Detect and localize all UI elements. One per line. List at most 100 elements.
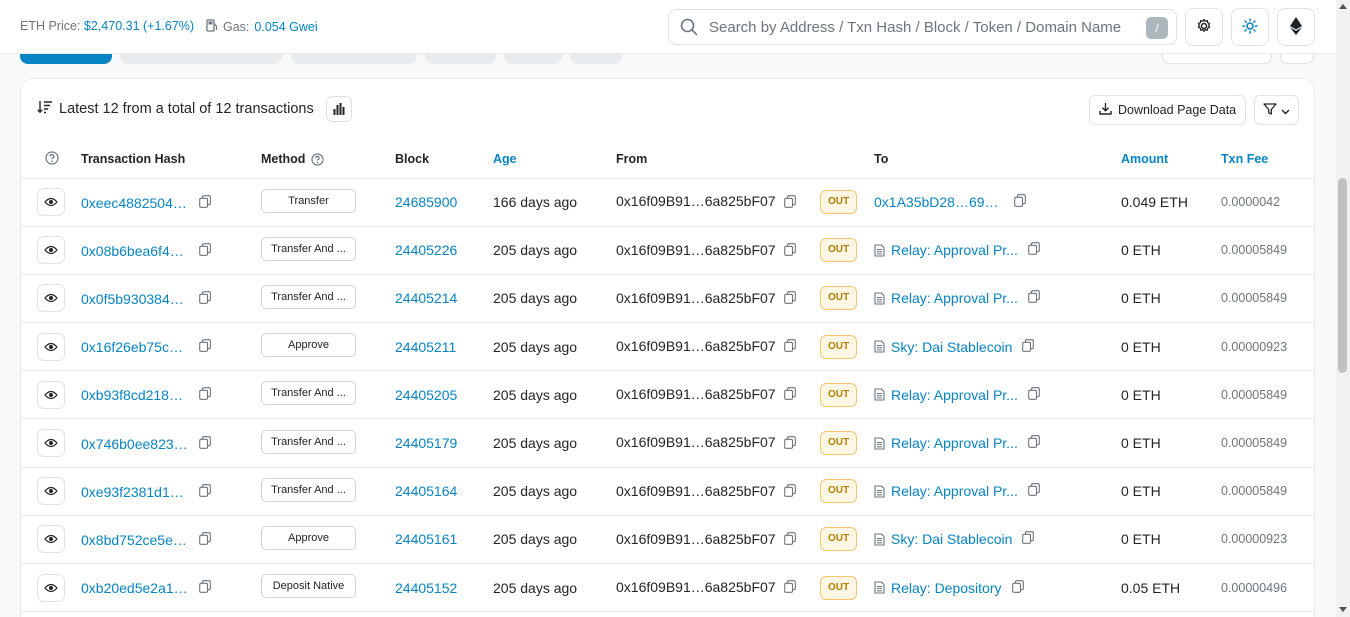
contract-icon bbox=[874, 340, 885, 353]
tx-hash-link[interactable]: 0x16f26eb75c8… bbox=[81, 339, 189, 355]
table-row: 0x746b0ee823… Transfer And ... 24405179 205… bbox=[21, 418, 1314, 468]
copy-icon[interactable] bbox=[199, 435, 211, 452]
from-cell: 0x16f09B91…6a825bF07 bbox=[616, 226, 820, 275]
block-link[interactable]: 24405164 bbox=[395, 483, 457, 499]
block-cell: 24405226 bbox=[395, 226, 493, 275]
copy-icon[interactable] bbox=[199, 339, 211, 355]
eye-icon[interactable] bbox=[37, 236, 65, 265]
to-address-link[interactable]: Relay: Approval Pr... bbox=[891, 290, 1018, 306]
block-cell: 24405211 bbox=[395, 322, 493, 372]
tx-hash-link[interactable]: 0x0f5b9303847… bbox=[81, 291, 189, 307]
block-link[interactable]: 24405211 bbox=[395, 339, 456, 355]
tx-hash-link[interactable]: 0xe93f2381d1e… bbox=[81, 484, 189, 500]
copy-icon[interactable] bbox=[1022, 338, 1035, 355]
copy-icon[interactable] bbox=[199, 194, 211, 211]
amount-cell: 0 ETH bbox=[1121, 226, 1221, 275]
tx-hash-link[interactable]: 0xb93f8cd2180… bbox=[81, 387, 189, 403]
to-address-link[interactable]: Relay: Approval Pr... bbox=[891, 242, 1018, 258]
direction-cell: OUT bbox=[820, 274, 874, 324]
copy-icon[interactable] bbox=[783, 580, 796, 596]
copy-icon[interactable] bbox=[783, 291, 796, 307]
info-header bbox=[21, 141, 81, 179]
to-address-link[interactable]: Relay: Approval Pr... bbox=[891, 435, 1018, 451]
tx-hash-link[interactable]: 0x746b0ee823… bbox=[81, 436, 189, 452]
to-address-link[interactable]: Relay: Depository bbox=[891, 580, 1002, 596]
copy-icon[interactable] bbox=[783, 339, 796, 355]
method-info-icon[interactable] bbox=[311, 153, 324, 166]
search-bar[interactable]: / bbox=[668, 9, 1177, 45]
copy-icon[interactable] bbox=[783, 435, 796, 452]
download-page-data-button[interactable]: Download Page Data bbox=[1089, 95, 1247, 125]
fee-cell: 0.00005849 bbox=[1221, 467, 1314, 516]
copy-icon[interactable] bbox=[783, 387, 796, 403]
copy-icon[interactable] bbox=[1011, 579, 1024, 596]
block-link[interactable]: 24405214 bbox=[395, 290, 457, 306]
scroll-down-arrow[interactable] bbox=[1338, 605, 1348, 613]
to-address-link[interactable]: 0x1A35bD28…69ae16231 bbox=[874, 194, 1004, 210]
table-row: 0xeec4882504… Transfer 24685900 166 days ag… bbox=[21, 178, 1314, 227]
filter-button[interactable] bbox=[1254, 95, 1299, 125]
to-address-link[interactable]: Relay: Approval Pr... bbox=[891, 387, 1018, 403]
copy-icon[interactable] bbox=[1027, 290, 1040, 306]
col-txn-fee[interactable]: Txn Fee bbox=[1221, 141, 1314, 179]
copy-icon[interactable] bbox=[199, 532, 211, 548]
settings-button[interactable] bbox=[1185, 8, 1223, 46]
age-cell: 205 days ago bbox=[493, 322, 616, 372]
col-amount[interactable]: Amount bbox=[1121, 141, 1221, 179]
tx-hash-link[interactable]: 0x8bd752ce5e… bbox=[81, 532, 189, 548]
block-link[interactable]: 24405226 bbox=[395, 242, 457, 258]
copy-icon[interactable] bbox=[199, 243, 211, 259]
copy-icon[interactable] bbox=[783, 484, 796, 500]
to-address-link[interactable]: Sky: Dai Stablecoin bbox=[891, 339, 1012, 355]
row-preview-cell bbox=[21, 322, 81, 372]
copy-icon[interactable] bbox=[1027, 242, 1040, 258]
scroll-up-arrow[interactable] bbox=[1338, 2, 1348, 10]
view-chart-button[interactable] bbox=[325, 96, 352, 122]
copy-icon[interactable] bbox=[1027, 483, 1040, 499]
copy-icon[interactable] bbox=[1014, 194, 1026, 210]
page-scrollbar-thumb[interactable] bbox=[1338, 178, 1347, 373]
to-address-link[interactable]: Sky: Dai Stablecoin bbox=[891, 531, 1012, 547]
gas-value[interactable]: 0.054 Gwei bbox=[254, 20, 317, 34]
network-button[interactable] bbox=[1277, 8, 1315, 46]
tx-hash-link[interactable]: 0xeec4882504… bbox=[81, 195, 189, 211]
contract-icon bbox=[874, 244, 885, 257]
eye-icon[interactable] bbox=[37, 477, 65, 506]
theme-toggle-button[interactable] bbox=[1231, 8, 1269, 46]
col-age[interactable]: Age bbox=[493, 141, 616, 179]
gear-icon bbox=[1196, 18, 1212, 37]
sun-icon bbox=[1242, 17, 1258, 37]
copy-icon[interactable] bbox=[783, 194, 796, 211]
eye-icon[interactable] bbox=[37, 380, 65, 409]
eye-icon[interactable] bbox=[37, 332, 65, 361]
tx-hash-link[interactable]: 0xb20ed5e2a1… bbox=[81, 580, 189, 596]
to-address-link[interactable]: Relay: Approval Pr... bbox=[891, 483, 1018, 499]
eye-icon[interactable] bbox=[37, 284, 65, 313]
search-input[interactable] bbox=[709, 18, 1147, 36]
question-circle-icon[interactable] bbox=[45, 151, 59, 165]
block-link[interactable]: 24405161 bbox=[395, 531, 457, 547]
block-link[interactable]: 24405205 bbox=[395, 387, 457, 403]
copy-icon[interactable] bbox=[783, 243, 796, 259]
copy-icon[interactable] bbox=[1027, 386, 1040, 403]
tx-hash-link[interactable]: 0x08b6bea6f48… bbox=[81, 243, 189, 259]
col-transaction-hash: Transaction Hash bbox=[81, 141, 261, 179]
method-cell: Transfer bbox=[261, 178, 395, 227]
copy-icon[interactable] bbox=[199, 580, 211, 596]
block-link[interactable]: 24405152 bbox=[395, 580, 457, 596]
copy-icon[interactable] bbox=[199, 387, 211, 403]
copy-icon[interactable] bbox=[1027, 435, 1040, 451]
eye-icon[interactable] bbox=[37, 188, 65, 217]
method-badge: Deposit Native bbox=[261, 574, 356, 599]
copy-icon[interactable] bbox=[199, 291, 211, 307]
eye-icon[interactable] bbox=[37, 429, 65, 458]
copy-icon[interactable] bbox=[199, 484, 211, 500]
eye-icon[interactable] bbox=[37, 525, 65, 554]
block-link[interactable]: 24685900 bbox=[395, 194, 457, 210]
eye-icon[interactable] bbox=[37, 573, 65, 602]
eth-price-label: ETH Price: bbox=[20, 19, 81, 33]
copy-icon[interactable] bbox=[1022, 531, 1035, 547]
copy-icon[interactable] bbox=[783, 532, 796, 548]
block-link[interactable]: 24405179 bbox=[395, 435, 457, 451]
eth-price-value[interactable]: $2,470.31 (+1.67%) bbox=[84, 19, 194, 33]
